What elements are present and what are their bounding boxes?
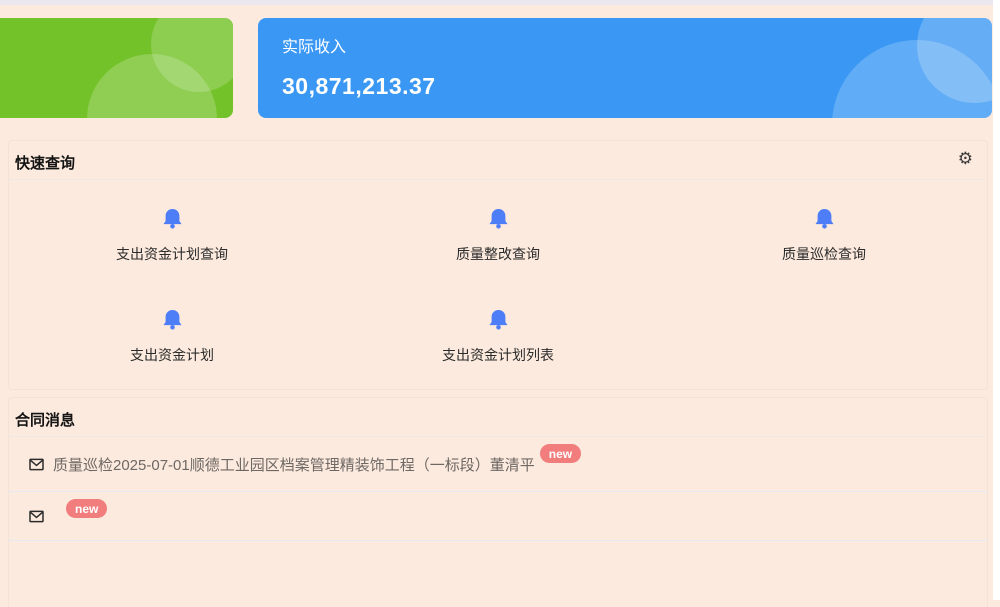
top-edge-strip xyxy=(0,0,1000,5)
gear-icon[interactable]: ⚙ xyxy=(958,150,973,167)
bell-icon xyxy=(813,207,836,231)
quick-item-label: 支出资金计划 xyxy=(130,345,214,365)
contract-messages-title: 合同消息 xyxy=(15,412,75,429)
quick-item-expense-fund-plan[interactable]: 支出资金计划 xyxy=(9,308,335,365)
bell-icon xyxy=(161,308,184,332)
new-badge: new xyxy=(540,444,581,463)
quick-item-expense-fund-plan-list[interactable]: 支出资金计划列表 xyxy=(335,308,661,365)
quick-query-header: 快速查询 ⚙ xyxy=(9,141,987,180)
envelope-icon xyxy=(29,510,44,523)
bell-icon xyxy=(487,207,510,231)
envelope-icon xyxy=(29,458,44,471)
quick-item-label: 质量巡检查询 xyxy=(782,244,866,264)
income-value: 30,871,213.37 xyxy=(282,73,992,100)
quick-item-quality-rectification-query[interactable]: 质量整改查询 xyxy=(335,207,661,264)
contract-messages-card: 合同消息 质量巡检2025-07-01顺德工业园区档案管理精装饰工程（一标段）董… xyxy=(8,397,988,607)
stat-card-income: 实际收入 30,871,213.37 xyxy=(258,18,992,118)
new-badge: new xyxy=(66,499,107,518)
message-text: 质量巡检2025-07-01顺德工业园区档案管理精装饰工程（一标段）董清平 xyxy=(53,454,535,475)
quick-item-label: 支出资金计划查询 xyxy=(116,244,228,264)
contract-messages-header: 合同消息 xyxy=(9,398,987,437)
scrollbar-track[interactable] xyxy=(993,0,1000,600)
quick-item-label: 支出资金计划列表 xyxy=(442,345,554,365)
quick-query-card: 快速查询 ⚙ 支出资金计划查询 质量整改查询 质量巡检查询 支出资金计划 支出资… xyxy=(8,140,988,390)
quick-query-grid: 支出资金计划查询 质量整改查询 质量巡检查询 支出资金计划 支出资金计划列表 xyxy=(9,207,987,365)
message-row[interactable]: new xyxy=(9,492,987,541)
quick-item-label: 质量整改查询 xyxy=(456,244,540,264)
bell-icon xyxy=(161,207,184,231)
bell-icon xyxy=(487,308,510,332)
quick-item-quality-inspection-query[interactable]: 质量巡检查询 xyxy=(661,207,987,264)
message-row[interactable]: 质量巡检2025-07-01顺德工业园区档案管理精装饰工程（一标段）董清平 ne… xyxy=(9,437,987,492)
stat-card-green xyxy=(0,18,233,118)
quick-query-title: 快速查询 xyxy=(15,155,75,172)
quick-item-expense-fund-plan-query[interactable]: 支出资金计划查询 xyxy=(9,207,335,264)
income-label: 实际收入 xyxy=(282,33,992,57)
